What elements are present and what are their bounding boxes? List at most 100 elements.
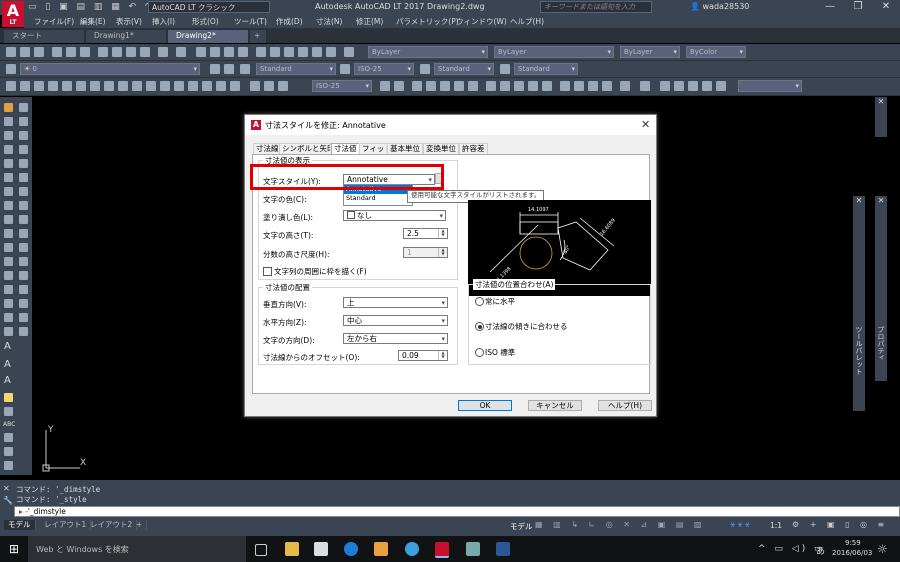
dim-style-select-2[interactable]: ISO-25 [312,80,372,92]
offset-icon[interactable] [454,81,464,91]
menu-dimension[interactable]: 寸法(N) [316,16,342,27]
workspace-select[interactable]: AutoCAD LT クラシック [148,1,270,13]
polygon-icon[interactable] [48,81,58,91]
taskbar-search[interactable]: Web と Windows を検索 [28,536,246,562]
dim-style-select[interactable]: ISO-25 [354,63,414,75]
table-style-icon[interactable] [420,64,430,74]
model-space-button[interactable]: モデル [510,521,533,532]
move-icon[interactable] [412,81,422,91]
text2-tool-icon[interactable]: A [4,375,11,386]
scale-text-tool-icon[interactable] [4,433,13,442]
trim-tool-icon[interactable] [19,229,28,238]
properties-icon[interactable] [256,47,266,57]
new-tab-button[interactable]: + [250,30,266,43]
edge-icon[interactable] [344,542,358,556]
quickcalc-icon[interactable] [326,47,336,57]
layer-select[interactable]: ☀ 0 [20,63,200,75]
match-icon[interactable] [140,47,150,57]
tab-drawing2[interactable]: Drawing2* [168,30,248,43]
trim-icon[interactable] [528,81,538,91]
ellipse-tool-icon[interactable] [4,229,13,238]
help-icon[interactable] [344,47,354,57]
properties-palette-strip[interactable]: ✕ プロパティ [875,196,887,381]
rectangle-icon[interactable] [62,81,72,91]
quick-access-toolbar[interactable]: ▭ ▯ ▣ ▤ ▥ ▦ ↶ ↷ [28,2,156,12]
tool-palette-close-icon[interactable]: ✕ [853,196,865,205]
dim-angular-icon[interactable] [278,81,288,91]
edit-text-tool-icon[interactable] [4,393,13,402]
annotation-scale[interactable]: 1:1 [770,521,782,530]
draw-frame-checkbox[interactable] [263,267,272,276]
view-direction-select[interactable]: 左から右 ▾ [343,333,448,344]
block-tool-icon[interactable] [4,271,13,280]
mtext-icon[interactable] [230,81,240,91]
explode-icon[interactable] [620,81,630,91]
mleader-style-icon[interactable] [500,64,510,74]
text-height-input[interactable]: 2.5 ▲ ▼ [403,228,448,239]
paste-icon[interactable] [126,47,136,57]
dialog-close-icon[interactable]: ✕ [641,118,650,131]
erase-icon[interactable] [640,81,650,91]
dim-update-icon[interactable] [394,81,404,91]
chamfer-tool-icon[interactable] [19,285,28,294]
join-tool-icon[interactable] [19,271,28,280]
search-input[interactable]: キーワードまたは語句を入力 [540,1,652,13]
extend-icon[interactable] [542,81,552,91]
scale-tool-icon[interactable] [19,201,28,210]
media-icon[interactable] [374,542,388,556]
new-icon[interactable] [6,47,16,57]
annotation-icons[interactable]: ⚹⚹⚹ [730,520,752,530]
offset-tool-icon[interactable] [19,145,28,154]
arc-icon[interactable] [76,81,86,91]
ellipse-icon[interactable] [118,81,128,91]
word-icon[interactable] [496,542,510,556]
app-logo[interactable]: A LT [2,1,24,27]
mleader-style-select[interactable]: Standard [514,63,578,75]
render-icon[interactable] [702,81,712,91]
spell-tool-icon[interactable]: ABC [3,421,15,428]
menu-help[interactable]: ヘルプ(H) [510,16,544,27]
layout-tab-model[interactable]: モデル [4,520,36,530]
point-tool-icon[interactable] [4,285,13,294]
menu-modify[interactable]: 修正(M) [356,16,383,27]
ime-indicator[interactable]: あ [816,544,825,557]
circle-icon[interactable] [90,81,100,91]
tab-start[interactable]: スタート [4,30,84,43]
tab-drawing1[interactable]: Drawing1* [86,30,166,43]
array-icon[interactable] [468,81,478,91]
menu-draw[interactable]: 作成(D) [276,16,303,27]
line-tool-icon[interactable] [4,103,13,112]
gradient-tool-icon[interactable] [4,313,13,322]
restore-button[interactable]: ❐ [844,0,872,15]
layer-previous-icon[interactable] [224,64,234,74]
print-icon[interactable] [52,47,62,57]
offset-input[interactable]: 0.09 ▲ ▼ [398,350,448,361]
find-tool-icon[interactable] [4,407,13,416]
layout-tab-2[interactable]: レイアウト2 [86,520,138,530]
palette-close-icon[interactable]: ✕ [875,97,887,106]
mtext-tool-icon[interactable]: A [4,341,11,352]
join-icon[interactable] [574,81,584,91]
extend-tool-icon[interactable] [19,243,28,252]
polyline-icon[interactable] [34,81,44,91]
option-standard[interactable]: Standard [344,194,412,203]
cut-icon[interactable] [98,47,108,57]
vertical-select[interactable]: 上 ▾ [343,297,448,308]
misc-select[interactable] [738,80,802,92]
layer-manager-icon[interactable] [6,64,16,74]
dim-style-icon[interactable] [340,64,350,74]
gradient-icon[interactable] [188,81,198,91]
menu-file[interactable]: ファイル(F) [34,16,74,27]
menu-window[interactable]: ウィンドウ(W) [456,16,507,27]
erase-tool-icon[interactable] [19,103,28,112]
task-view-icon[interactable] [255,544,267,556]
viewport-icon[interactable] [660,81,670,91]
notification-icon[interactable]: ☼ [877,542,888,556]
dim-aligned-icon[interactable] [264,81,274,91]
zoom-window-icon[interactable] [224,47,234,57]
break-tool-icon[interactable] [19,257,28,266]
xline-icon[interactable] [20,81,30,91]
line-icon[interactable] [6,81,16,91]
array-tool-icon[interactable] [19,159,28,168]
text-style-icon[interactable] [240,64,250,74]
